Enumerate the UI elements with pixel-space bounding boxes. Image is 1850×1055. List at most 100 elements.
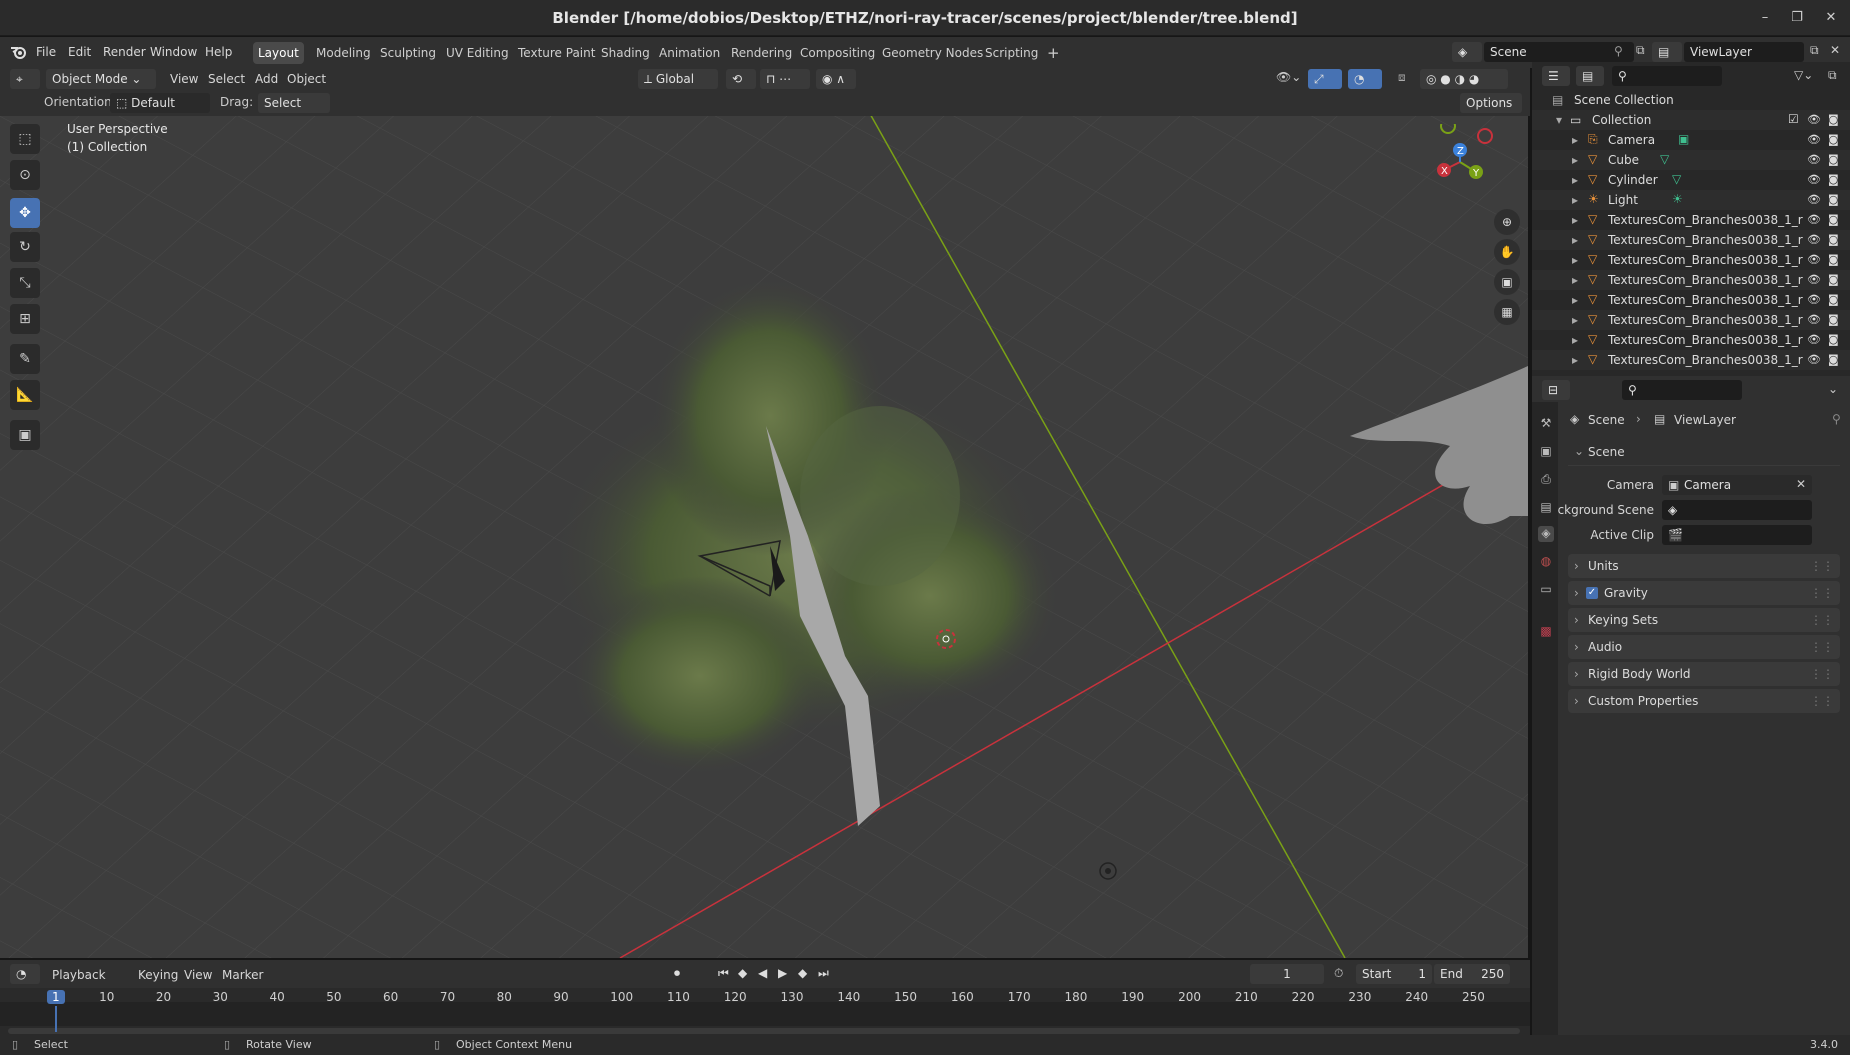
outliner-item[interactable]: ▸ ▽ TexturesCom_Branches0038_1_r 👁 ◙ [1532,270,1850,290]
properties-editor-type-icon[interactable]: ⊟ [1542,380,1570,400]
rotate-tool-icon[interactable]: ↻ [10,232,40,262]
start-frame-field[interactable]: Start 1 [1356,964,1432,984]
expand-chevron-icon[interactable]: ▸ [1572,333,1578,347]
eye-icon[interactable]: 👁 [1807,293,1821,306]
expand-chevron-icon[interactable]: ▸ [1572,293,1578,307]
tab-layout[interactable]: Layout [253,42,304,64]
panel-gravity[interactable]: › ✓ Gravity ⋮⋮ [1568,581,1840,605]
eye-icon[interactable]: 👁 [1807,153,1821,166]
new-scene-icon[interactable]: ⧉ [1636,43,1645,58]
viewlayer-browse-icon[interactable]: ▤ [1652,42,1682,62]
new-collection-icon[interactable]: ⧉ [1828,68,1837,83]
timeline-editor-type-icon[interactable]: ◔ [10,964,40,984]
expand-chevron-icon[interactable]: ▸ [1572,313,1578,327]
active-clip-field[interactable]: 🎬 [1662,525,1812,545]
expand-chevron-icon[interactable]: ▸ [1572,193,1578,207]
options-button[interactable]: Options [1460,93,1522,113]
outliner-search-input[interactable]: ⚲ [1612,66,1722,86]
menu-view[interactable]: View [170,72,198,86]
render-camera-icon[interactable]: ◙ [1828,233,1839,246]
expand-chevron-icon[interactable]: ▸ [1572,133,1578,147]
pan-hand-icon[interactable]: ✋ [1494,239,1520,265]
outliner-item[interactable]: ▸ ▽ TexturesCom_Branches0038_1_r 👁 ◙ [1532,330,1850,350]
measure-tool-icon[interactable]: 📐 [10,380,40,410]
pivot-icon[interactable]: ⟲ [726,69,756,89]
outliner-item[interactable]: ▸ ▽ TexturesCom_Branches0038_1_r 👁 ◙ [1532,230,1850,250]
drag-handle-icon[interactable]: ⋮⋮ [1810,608,1834,632]
tab-geometry-nodes[interactable]: Geometry Nodes [877,42,988,64]
drag-selector[interactable]: Select Box [258,93,330,130]
tab-scripting[interactable]: Scripting [980,42,1043,64]
tab-uv-editing[interactable]: UV Editing [441,42,514,64]
3d-viewport[interactable]: User Perspective (1) Collection X Y Z ⊕ … [0,116,1528,958]
properties-options-icon[interactable]: ⌄ [1828,382,1838,396]
clear-camera-icon[interactable]: ✕ [1796,477,1806,491]
camera-view-icon[interactable]: ▣ [1494,269,1520,295]
prev-keyframe-icon[interactable]: ◆ [738,966,747,980]
viewlayer-name-field[interactable]: ViewLayer [1684,42,1804,62]
select-box-icon[interactable]: ⬚ [10,124,40,154]
expand-chevron-icon[interactable]: ▸ [1572,353,1578,367]
eye-icon[interactable]: 👁 [1807,353,1821,366]
menu-window[interactable]: Window [150,45,197,59]
render-camera-icon[interactable]: ◙ [1828,153,1839,166]
render-camera-icon[interactable]: ◙ [1828,293,1839,306]
editor-type-icon[interactable]: ⌖ [10,69,40,89]
render-camera-icon[interactable]: ◙ [1828,133,1839,146]
scene-tab-icon[interactable]: ◈ [1538,526,1554,542]
collapse-chevron-icon[interactable]: ▾ [1556,113,1562,127]
eye-icon[interactable]: 👁 [1807,313,1821,326]
camera-property-field[interactable]: Camera [1662,475,1812,495]
outliner-item[interactable]: ▸ ▽ Cylinder 👁 ◙ ▽ [1532,170,1850,190]
filter-icon[interactable]: ▽⌄ [1794,68,1813,82]
proportional-edit-icon[interactable]: ◉ ∧ [816,69,856,89]
menu-add[interactable]: Add [255,72,278,86]
playhead-line[interactable] [55,1006,57,1032]
add-workspace-button[interactable]: + [1042,42,1065,64]
properties-pin-icon[interactable]: ⚲ [1832,412,1841,426]
move-tool-icon[interactable]: ✥ [10,198,40,228]
outliner-item[interactable]: ▸ ☀ Light 👁 ◙ ☀ [1532,190,1850,210]
tab-texture-paint[interactable]: Texture Paint [513,42,600,64]
minimize-button[interactable]: – [1756,9,1774,27]
tab-shading[interactable]: Shading [596,42,655,64]
outliner-item[interactable]: ▸ ▽ TexturesCom_Branches0038_1_r 👁 ◙ [1532,250,1850,270]
render-tab-icon[interactable]: ▣ [1538,444,1554,460]
pin-icon[interactable]: ⚲ [1614,44,1623,58]
scene-browse-icon[interactable]: ◈ [1452,42,1482,62]
menu-timeline-view[interactable]: View [184,968,212,982]
scene-name-field[interactable]: Scene [1484,42,1634,62]
tool-tab-icon[interactable]: ⚒ [1538,416,1554,432]
world-tab-icon[interactable]: ◍ [1538,554,1554,570]
play-icon[interactable]: ▶ [778,966,787,980]
menu-keying[interactable]: Keying [138,968,178,982]
menu-marker[interactable]: Marker [222,968,263,982]
shading-modes[interactable]: ◎ ● ◑ ◕ [1420,69,1508,89]
collection-tab-icon[interactable]: ▭ [1538,582,1554,598]
timeline-scrollbar[interactable] [8,1028,1520,1034]
outliner-item[interactable]: ▸ ⎘ Camera 👁 ◙ ▣ [1532,130,1850,150]
expand-chevron-icon[interactable]: ▸ [1572,253,1578,267]
menu-select[interactable]: Select [208,72,245,86]
expand-chevron-icon[interactable]: ▸ [1572,153,1578,167]
new-viewlayer-icon[interactable]: ⧉ [1810,43,1819,58]
gizmo-toggle-icon[interactable]: ⤢ [1308,69,1342,89]
panel-units[interactable]: › Units ⋮⋮ [1568,554,1840,578]
visibility-icon[interactable]: 👁⌄ [1276,70,1301,84]
mesh-data-icon[interactable]: ▽ [1672,172,1681,186]
orientation-selector[interactable]: ⬚ Default [110,93,210,113]
panel-custom-properties[interactable]: › Custom Properties ⋮⋮ [1568,689,1840,713]
render-camera-icon[interactable]: ◙ [1828,173,1839,186]
expand-chevron-icon[interactable]: ▸ [1572,273,1578,287]
outliner-collection[interactable]: ▾ ▭ Collection ☑ 👁 ◙ [1532,110,1850,130]
outliner-item[interactable]: ▸ ▽ TexturesCom_Branches0038_1_r 👁 ◙ [1532,310,1850,330]
tab-sculpting[interactable]: Sculpting [375,42,441,64]
drag-handle-icon[interactable]: ⋮⋮ [1810,554,1834,578]
drag-handle-icon[interactable]: ⋮⋮ [1810,581,1834,605]
record-icon[interactable]: ⏺ [674,966,680,981]
panel-keying-sets[interactable]: › Keying Sets ⋮⋮ [1568,608,1840,632]
render-camera-icon[interactable]: ◙ [1828,273,1839,286]
menu-file[interactable]: File [36,45,56,59]
eye-icon[interactable]: 👁 [1807,133,1821,146]
mode-selector[interactable]: Object Mode ⌄ [46,69,156,89]
